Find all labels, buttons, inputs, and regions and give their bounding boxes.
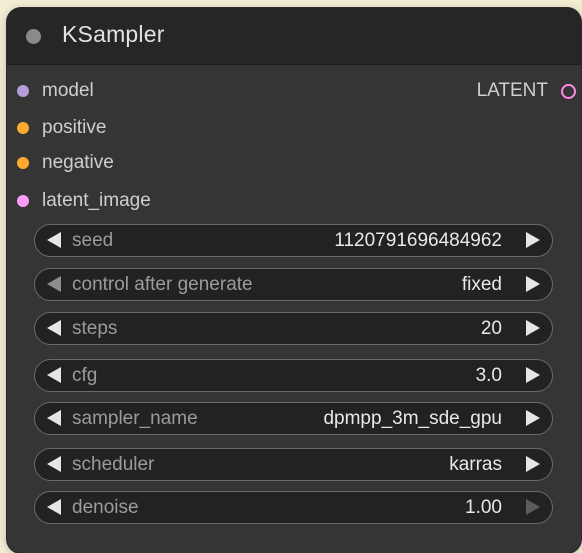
increment-arrow-icon[interactable] (526, 320, 540, 336)
widget-label: control after generate (72, 274, 253, 295)
widget-scheduler[interactable]: scheduler karras (34, 448, 553, 481)
node-title-bar[interactable]: KSampler (7, 8, 581, 65)
widget-label: scheduler (72, 454, 155, 475)
input-dot-negative-icon[interactable] (17, 157, 29, 169)
widget-steps[interactable]: steps 20 (34, 312, 553, 345)
widget-value[interactable]: 3.0 (476, 365, 502, 387)
output-dot-latent-icon[interactable] (561, 84, 576, 99)
node-title: KSampler (62, 21, 165, 47)
decrement-arrow-icon[interactable] (47, 320, 61, 336)
increment-arrow-icon[interactable] (526, 499, 540, 515)
decrement-arrow-icon[interactable] (47, 276, 61, 292)
decrement-arrow-icon[interactable] (47, 410, 61, 426)
ksampler-node[interactable]: KSampler model positive negative latent_… (7, 8, 581, 553)
input-label-model: model (42, 80, 94, 101)
input-label-negative: negative (42, 152, 114, 173)
widget-value[interactable]: dpmpp_3m_sde_gpu (323, 408, 502, 430)
input-dot-latent-image-icon[interactable] (17, 195, 29, 207)
widget-value[interactable]: 1120791696484962 (334, 230, 502, 252)
widget-label: sampler_name (72, 408, 198, 429)
widget-denoise[interactable]: denoise 1.00 (34, 491, 553, 524)
widget-control-after-generate[interactable]: control after generate fixed (34, 268, 553, 301)
output-slot-latent[interactable]: LATENT (378, 78, 578, 104)
widget-value[interactable]: 20 (481, 318, 502, 340)
input-label-positive: positive (42, 117, 107, 138)
output-label-latent: LATENT (476, 80, 548, 101)
increment-arrow-icon[interactable] (526, 276, 540, 292)
increment-arrow-icon[interactable] (526, 456, 540, 472)
widget-label: steps (72, 318, 118, 339)
input-dot-positive-icon[interactable] (17, 122, 29, 134)
widget-label: denoise (72, 497, 139, 518)
increment-arrow-icon[interactable] (526, 410, 540, 426)
widget-sampler-name[interactable]: sampler_name dpmpp_3m_sde_gpu (34, 402, 553, 435)
widget-label: cfg (72, 365, 98, 386)
widget-cfg[interactable]: cfg 3.0 (34, 359, 553, 392)
decrement-arrow-icon[interactable] (47, 367, 61, 383)
input-label-latent-image: latent_image (42, 190, 151, 211)
widget-value[interactable]: karras (449, 454, 502, 476)
collapse-toggle-icon[interactable] (26, 29, 41, 44)
widget-value[interactable]: fixed (462, 274, 502, 296)
decrement-arrow-icon[interactable] (47, 456, 61, 472)
widget-value[interactable]: 1.00 (465, 497, 502, 519)
decrement-arrow-icon[interactable] (47, 499, 61, 515)
increment-arrow-icon[interactable] (526, 367, 540, 383)
widget-label: seed (72, 230, 114, 251)
decrement-arrow-icon[interactable] (47, 232, 61, 248)
increment-arrow-icon[interactable] (526, 232, 540, 248)
widget-seed[interactable]: seed 1120791696484962 (34, 224, 553, 257)
input-dot-model-icon[interactable] (17, 85, 29, 97)
